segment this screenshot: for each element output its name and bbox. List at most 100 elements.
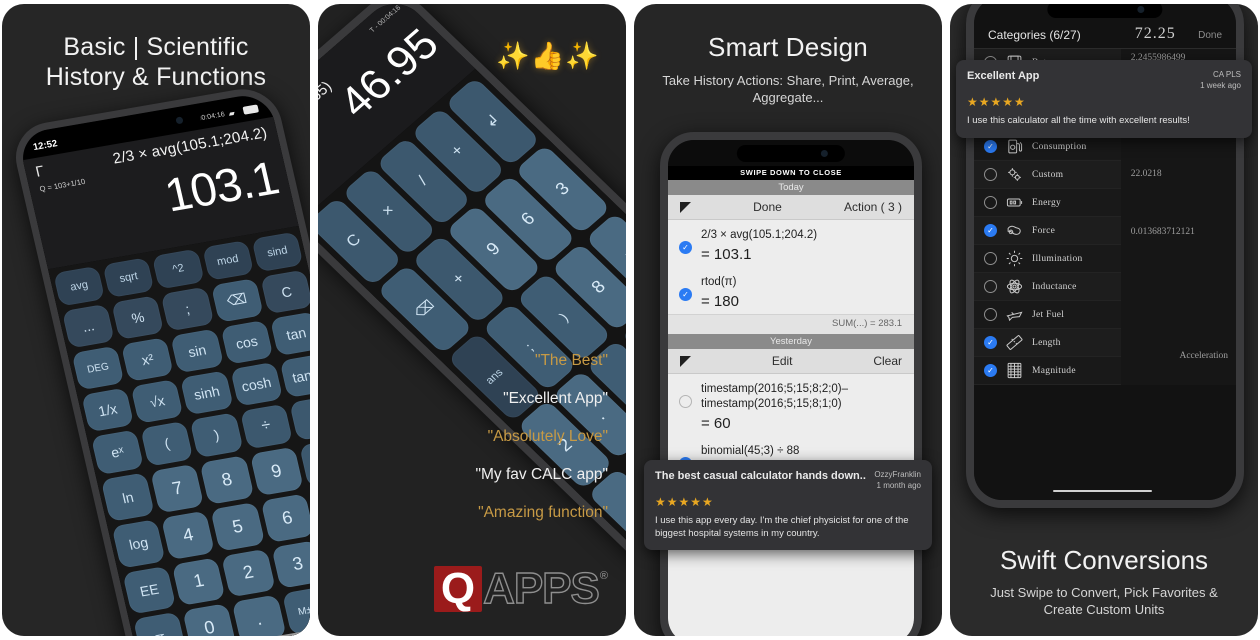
key-decimal[interactable]: . [232, 594, 287, 636]
key-1[interactable]: 1 [171, 556, 227, 607]
action-bar-yesterday[interactable]: Edit Clear [668, 349, 914, 374]
key-9[interactable]: 9 [249, 446, 304, 497]
logo-wordmark: APPS [482, 564, 600, 613]
flag-icon[interactable] [680, 355, 691, 367]
edit-button[interactable]: Edit [772, 354, 793, 368]
key-cos[interactable]: cos [220, 320, 274, 365]
key-exp[interactable]: eˣ [90, 429, 145, 476]
checkbox-checked-icon[interactable]: ✓ [679, 288, 692, 301]
key-8[interactable]: 8 [199, 455, 255, 505]
calculator-keypad[interactable]: avg sqrt ^2 mod sind ... % ; ⌫ C DEG x² … [47, 225, 310, 636]
key-percent[interactable]: % [111, 294, 165, 341]
action-button[interactable]: Action ( 3 ) [844, 200, 902, 214]
key-paren-close[interactable]: ) [189, 411, 244, 459]
category-row-inductance[interactable]: Inductance [974, 273, 1121, 301]
quote-item-1: "The Best" [534, 352, 608, 369]
checkbox-unchecked-icon[interactable] [679, 395, 692, 408]
radio-unselected-icon[interactable] [984, 252, 997, 265]
clear-button[interactable]: Clear [873, 354, 902, 368]
action-bar-today[interactable]: Done Action ( 3 ) [668, 195, 914, 220]
category-label: Jet Fuel [1032, 309, 1065, 320]
category-row-force[interactable]: ✓ Force [974, 217, 1121, 245]
key-multiply[interactable]: × [288, 394, 310, 442]
section-header-today: Today [668, 180, 914, 195]
key-cosh[interactable]: cosh [229, 361, 283, 407]
history-list[interactable]: Today Done Action ( 3 ) ✓ 2/3 × avg(105.… [668, 180, 914, 636]
radio-unselected-icon[interactable] [984, 168, 997, 181]
headline-text: Smart Design [708, 32, 868, 62]
key-memory[interactable]: M±R [281, 586, 310, 636]
category-row-illumination[interactable]: Illumination [974, 245, 1121, 273]
fuel-pump-icon [1006, 138, 1023, 155]
key-clear[interactable]: C [259, 269, 310, 315]
key-backspace-icon[interactable]: ⌫ [210, 277, 264, 324]
category-row-custom[interactable]: Custom [974, 161, 1121, 189]
sun-gear-icon [1006, 250, 1023, 267]
notch [736, 145, 846, 162]
history-row[interactable]: ✓ rtod(π) = 180 [668, 267, 914, 314]
key-sinh[interactable]: sinh [180, 370, 234, 415]
flag-icon[interactable] [680, 201, 691, 213]
key-avg[interactable]: avg [53, 265, 106, 307]
history-row[interactable]: ✓ 2/3 × avg(105.1;204.2) = 103.1 [668, 220, 914, 267]
review-body: I use this calculator all the time with … [967, 115, 1190, 126]
key-inverse[interactable]: 1/x [81, 387, 135, 432]
horizontal-scrollbar[interactable] [1052, 489, 1153, 492]
history-expression: rtod(π) [701, 276, 737, 288]
done-button[interactable]: Done [753, 200, 782, 214]
key-3[interactable]: 3 [270, 539, 310, 590]
key-tan[interactable]: tan [269, 311, 310, 357]
key-sqrt[interactable]: sqrt [102, 257, 155, 298]
category-label: Inductance [1032, 281, 1077, 292]
key-4[interactable]: 4 [161, 510, 216, 560]
history-row[interactable]: timestamp(2016;5;15;8;2;0)– timestamp(20… [668, 374, 914, 436]
history-expression: binomial(45;3) ÷ 88 [701, 445, 800, 457]
key-sin[interactable]: sin [170, 328, 224, 374]
key-7[interactable]: 7 [150, 464, 205, 514]
key-root[interactable]: √x [130, 378, 184, 424]
panel-swift-conversions: 72.25 Categories (6/27) Done Bytes ✓ [950, 4, 1258, 636]
key-tanh[interactable]: tanh [279, 353, 310, 398]
radio-selected-icon[interactable]: ✓ [984, 336, 997, 349]
category-label: Energy [1032, 197, 1062, 208]
quote-item-3: "Absolutely Love" [487, 428, 608, 445]
key-pow2[interactable]: ^2 [152, 248, 205, 290]
key-5[interactable]: 5 [210, 501, 265, 552]
radio-unselected-icon[interactable] [984, 280, 997, 293]
battery-icon [1006, 194, 1023, 211]
key-2[interactable]: 2 [221, 548, 276, 598]
checkbox-checked-icon[interactable]: ✓ [679, 241, 692, 254]
key-6[interactable]: 6 [260, 493, 310, 543]
radio-selected-icon[interactable]: ✓ [984, 140, 997, 153]
key-more[interactable]: ... [61, 303, 116, 349]
key-log[interactable]: log [111, 519, 166, 569]
key-paren-open[interactable]: ( [140, 420, 194, 467]
key-divide[interactable]: ÷ [239, 403, 293, 450]
key-semicolon[interactable]: ; [160, 286, 215, 332]
key-pi[interactable]: π [132, 611, 188, 636]
key-ln[interactable]: ln [100, 472, 156, 522]
category-row-magnitude[interactable]: ✓ Magnitude [974, 357, 1121, 385]
radio-selected-icon[interactable]: ✓ [984, 224, 997, 237]
category-row-length[interactable]: ✓ Length [974, 329, 1121, 357]
key-0[interactable]: 0 [182, 603, 237, 636]
key-x2[interactable]: x² [121, 337, 175, 382]
review-card: The best casual calculator hands down.. … [644, 460, 932, 550]
review-age: 1 month ago [876, 481, 921, 490]
section-sum: SUM(...) = 283.1 [668, 314, 914, 334]
muscle-arm-icon [1006, 222, 1023, 239]
category-row-energy[interactable]: Energy [974, 189, 1121, 217]
conversion-top-value: 72.25 [1134, 25, 1176, 42]
radio-unselected-icon[interactable] [984, 196, 997, 209]
key-ee[interactable]: EE [122, 565, 177, 615]
calculator-phone-tilted: 12:52 T - 00:04:16 Γ 2/3 × avg(105.1;204… [8, 83, 310, 636]
category-row-jet-fuel[interactable]: Jet Fuel [974, 301, 1121, 329]
radio-unselected-icon[interactable] [984, 308, 997, 321]
key-sind[interactable]: sind [251, 231, 304, 272]
key-mod[interactable]: mod [201, 240, 254, 281]
star-rating-icon: ★★★★★ [655, 495, 714, 509]
panel-smart-design: Smart Design Take History Actions: Share… [634, 4, 942, 636]
category-label: Illumination [1032, 253, 1083, 264]
radio-selected-icon[interactable]: ✓ [984, 364, 997, 377]
key-deg[interactable]: DEG [71, 345, 125, 391]
